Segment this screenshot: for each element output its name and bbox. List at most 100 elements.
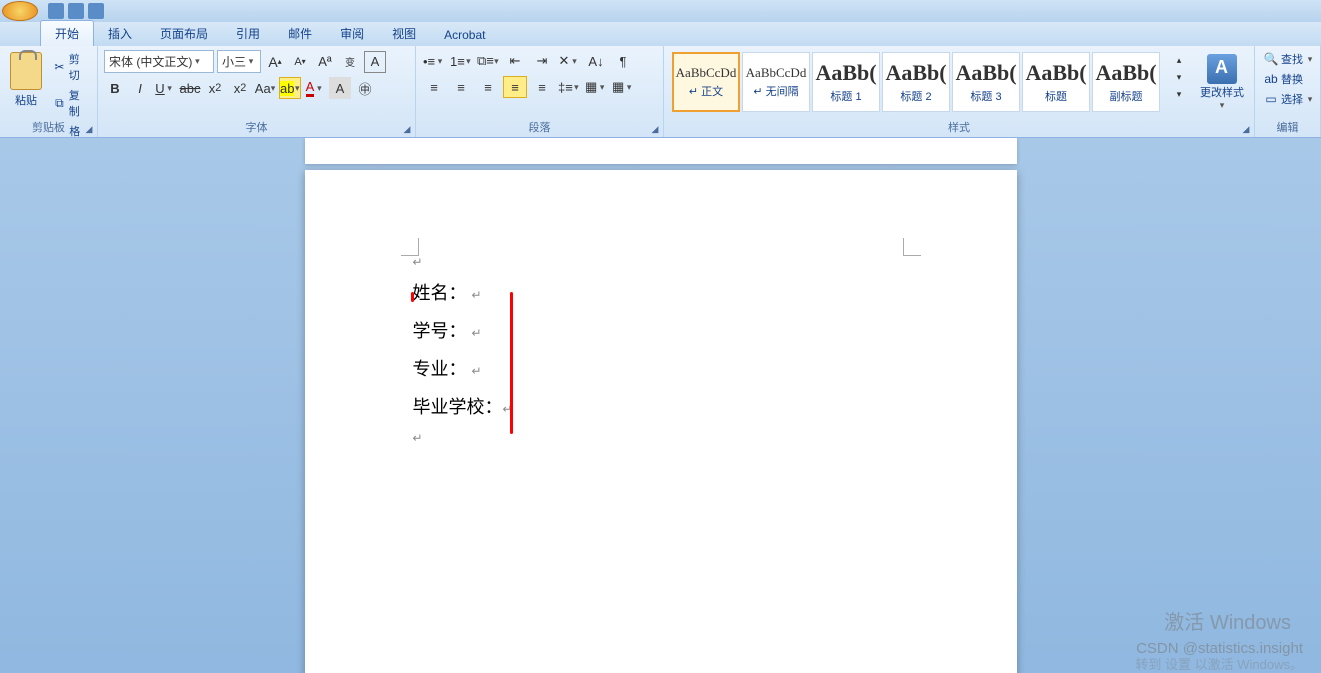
highlight-button[interactable]: ab▾ [279, 77, 301, 99]
doc-line[interactable]: 专业： ↵ [413, 351, 909, 389]
group-label-font: 字体 [98, 117, 415, 137]
styles-dialog-launcher[interactable]: ◢ [1240, 123, 1252, 135]
annotation-red-line [510, 292, 513, 434]
indent-dec-button[interactable]: ⇤ [503, 50, 527, 72]
copy-button[interactable]: ⧉复制 [50, 86, 91, 120]
change-styles-button[interactable]: 更改样式 ▾ [1196, 50, 1248, 115]
clipboard-dialog-launcher[interactable]: ◢ [83, 123, 95, 135]
tab-review[interactable]: 审阅 [326, 21, 378, 46]
doc-line[interactable]: 姓名： ↵ [413, 275, 909, 313]
doc-line[interactable]: 学号： ↵ [413, 313, 909, 351]
cut-button[interactable]: ✂剪切 [50, 50, 91, 84]
char-border-button[interactable]: A [364, 51, 386, 73]
style-title[interactable]: AaBb(标题 [1022, 52, 1090, 112]
change-case-button[interactable]: Aa▾ [254, 77, 276, 99]
borders-button[interactable]: ▦▾ [611, 76, 635, 98]
char-shading-button[interactable]: A [329, 77, 351, 99]
paragraph-dialog-launcher[interactable]: ◢ [649, 123, 661, 135]
group-clipboard: 粘贴 ✂剪切 ⧉复制 🖌格式刷 剪贴板 ◢ [0, 46, 98, 137]
align-center-button[interactable]: ≡ [449, 76, 473, 98]
styles-scroll-down[interactable]: ▾ [1168, 69, 1190, 85]
style-normal[interactable]: AaBbCcDd↵ 正文 [672, 52, 740, 112]
paste-label: 粘贴 [15, 92, 37, 108]
find-icon: 🔍 [1263, 51, 1279, 67]
bullets-button[interactable]: •≡▾ [422, 50, 446, 72]
asian-layout-button[interactable]: ✕▾ [557, 50, 581, 72]
subscript-button[interactable]: x2 [204, 77, 226, 99]
doc-line[interactable]: 毕业学校：↵ [413, 389, 909, 427]
italic-button[interactable]: I [129, 77, 151, 99]
group-font: 宋体 (中文正文)▾ 小三▾ A▴ A▾ Aª 变 A B I U▾ abc x… [98, 46, 416, 137]
chevron-down-icon: ▾ [1217, 100, 1227, 111]
replace-button[interactable]: ab替换 [1261, 70, 1305, 88]
quick-access-toolbar [0, 0, 1321, 22]
align-right-button[interactable]: ≡ [476, 76, 500, 98]
paste-icon [10, 52, 42, 90]
numbering-button[interactable]: 1≡▾ [449, 50, 473, 72]
tab-acrobat[interactable]: Acrobat [430, 24, 499, 46]
group-paragraph: •≡▾ 1≡▾ ⧉≡▾ ⇤ ⇥ ✕▾ A↓ ¶ ≡ ≡ ≡ ≡ ≡ ‡≡▾ ▦▾… [416, 46, 664, 137]
style-heading2[interactable]: AaBb(标题 2 [882, 52, 950, 112]
select-button[interactable]: ▭选择▾ [1261, 90, 1317, 108]
align-distribute-button[interactable]: ≡ [530, 76, 554, 98]
paste-button[interactable]: 粘贴 [6, 50, 46, 110]
grow-font-button[interactable]: A▴ [264, 51, 286, 73]
align-justify-button[interactable]: ≡ [503, 76, 527, 98]
previous-page-edge [305, 138, 1017, 164]
document-content[interactable]: ↵ 姓名： ↵ 学号： ↵ 专业： ↵ 毕业学校：↵ ↵ [413, 250, 909, 452]
group-label-paragraph: 段落 [416, 117, 663, 137]
bold-button[interactable]: B [104, 77, 126, 99]
align-left-button[interactable]: ≡ [422, 76, 446, 98]
style-subtitle[interactable]: AaBb(副标题 [1092, 52, 1160, 112]
font-dialog-launcher[interactable]: ◢ [401, 123, 413, 135]
copy-icon: ⧉ [52, 95, 67, 111]
find-button[interactable]: 🔍查找▾ [1261, 50, 1317, 68]
style-heading3[interactable]: AaBb(标题 3 [952, 52, 1020, 112]
shading-button[interactable]: ▦▾ [584, 76, 608, 98]
clear-format-button[interactable]: Aª [314, 51, 336, 73]
strike-button[interactable]: abc [179, 77, 201, 99]
chevron-down-icon: ▾ [192, 56, 202, 67]
office-button[interactable] [2, 1, 38, 21]
document-page[interactable]: ↵ 姓名： ↵ 学号： ↵ 专业： ↵ 毕业学校：↵ ↵ [305, 170, 1017, 673]
phonetic-guide-button[interactable]: 变 [339, 51, 361, 73]
font-color-button[interactable]: A▾ [304, 77, 326, 99]
tab-insert[interactable]: 插入 [94, 21, 146, 46]
ribbon-tabs: 开始 插入 页面布局 引用 邮件 审阅 视图 Acrobat [0, 22, 1321, 46]
styles-expand[interactable]: ▾ [1168, 86, 1190, 102]
select-icon: ▭ [1263, 91, 1279, 107]
group-label-editing: 编辑 [1255, 117, 1320, 137]
indent-inc-button[interactable]: ⇥ [530, 50, 554, 72]
shrink-font-button[interactable]: A▾ [289, 51, 311, 73]
enclose-char-button[interactable]: ㊥ [354, 77, 376, 99]
tab-home[interactable]: 开始 [40, 20, 94, 46]
sort-button[interactable]: A↓ [584, 50, 608, 72]
tab-references[interactable]: 引用 [222, 21, 274, 46]
underline-button[interactable]: U▾ [154, 77, 176, 99]
show-marks-button[interactable]: ¶ [611, 50, 635, 72]
font-family-combo[interactable]: 宋体 (中文正文)▾ [104, 50, 214, 73]
tab-pagelayout[interactable]: 页面布局 [146, 21, 222, 46]
styles-gallery[interactable]: AaBbCcDd↵ 正文 AaBbCcDd↵ 无间隔 AaBb(标题 1 AaB… [670, 50, 1162, 114]
multilevel-button[interactable]: ⧉≡▾ [476, 50, 500, 72]
line-spacing-button[interactable]: ‡≡▾ [557, 76, 581, 98]
style-heading1[interactable]: AaBb(标题 1 [812, 52, 880, 112]
group-label-styles: 样式 [664, 117, 1254, 137]
styles-scroll-up[interactable]: ▴ [1168, 52, 1190, 68]
tab-mail[interactable]: 邮件 [274, 21, 326, 46]
qat-save-icon[interactable] [48, 3, 64, 19]
replace-icon: ab [1263, 71, 1279, 87]
style-nospacing[interactable]: AaBbCcDd↵ 无间隔 [742, 52, 810, 112]
tab-view[interactable]: 视图 [378, 21, 430, 46]
qat-redo-icon[interactable] [88, 3, 104, 19]
paragraph-mark: ↵ [413, 426, 909, 451]
paragraph-mark: ↵ [413, 250, 909, 275]
group-styles: AaBbCcDd↵ 正文 AaBbCcDd↵ 无间隔 AaBb(标题 1 AaB… [664, 46, 1255, 137]
superscript-button[interactable]: x2 [229, 77, 251, 99]
chevron-down-icon: ▾ [246, 56, 256, 67]
windows-activate-watermark: 激活 Windows [1164, 606, 1291, 635]
qat-undo-icon[interactable] [68, 3, 84, 19]
document-area[interactable]: ↵ 姓名： ↵ 学号： ↵ 专业： ↵ 毕业学校：↵ ↵ [0, 138, 1321, 673]
windows-hint-watermark: 转到 设置 以激活 Windows。 [1135, 654, 1303, 673]
font-size-combo[interactable]: 小三▾ [217, 50, 261, 73]
